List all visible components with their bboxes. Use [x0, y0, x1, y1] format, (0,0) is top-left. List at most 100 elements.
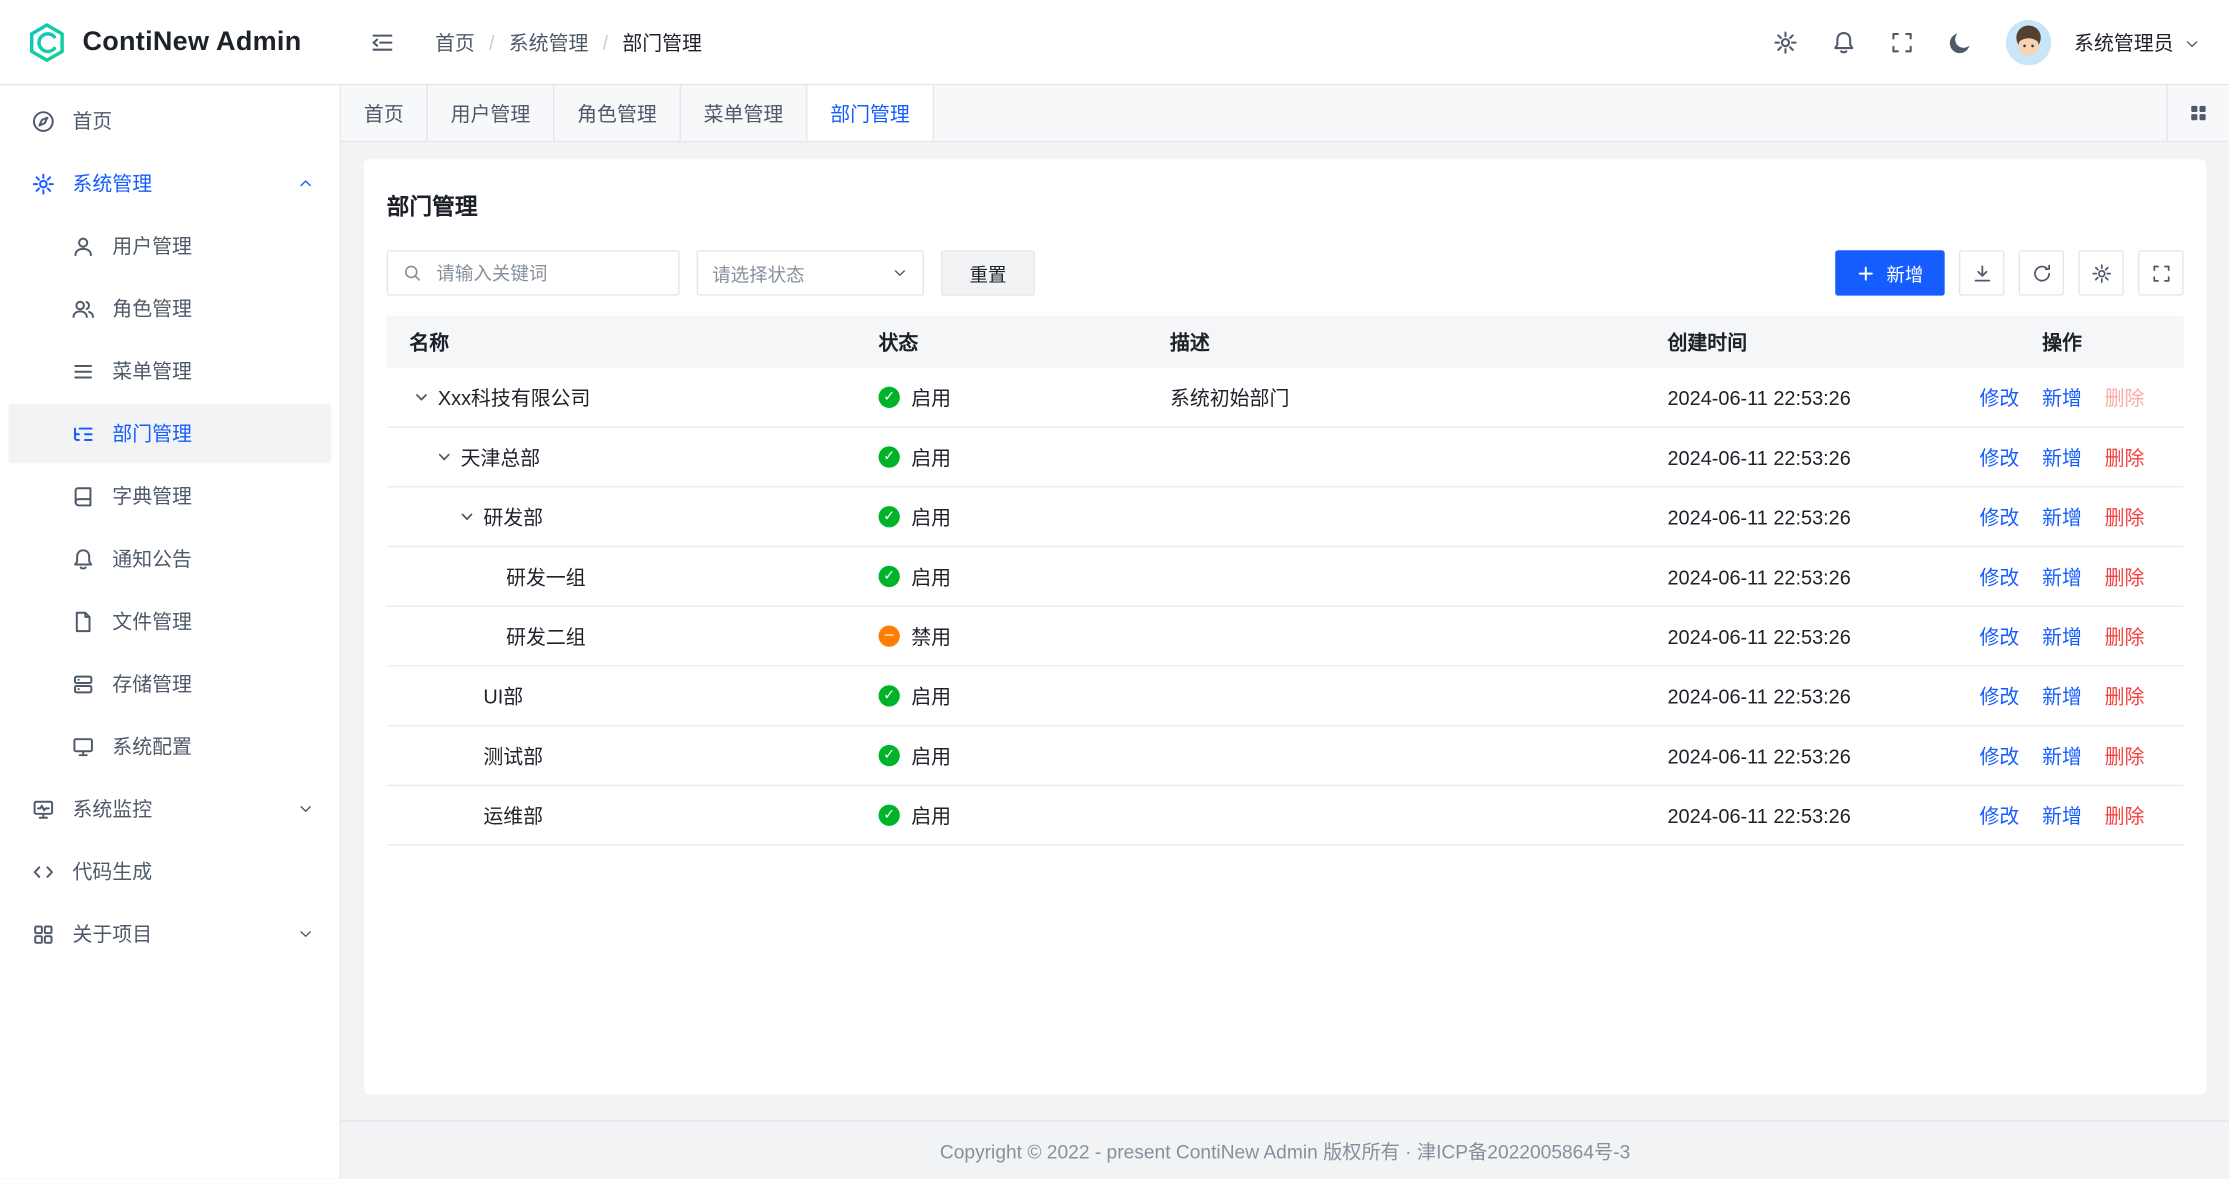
name-cell: 研发部: [387, 503, 856, 531]
expand-button[interactable]: [2138, 250, 2183, 295]
name-cell: 运维部: [387, 801, 856, 829]
add-link[interactable]: 新增: [2042, 562, 2082, 590]
edit-link[interactable]: 修改: [1980, 443, 2020, 471]
monitor-icon: [71, 734, 95, 758]
add-link[interactable]: 新增: [2042, 443, 2082, 471]
status-enabled-icon: ✓: [879, 506, 900, 527]
tab-options-button[interactable]: [2166, 85, 2229, 140]
delete-link[interactable]: 删除: [2105, 682, 2145, 710]
header-actions: 系统管理员: [1761, 18, 2229, 66]
status-cell: ✓启用: [856, 801, 1147, 829]
sidebar-item-dict-management[interactable]: 字典管理: [9, 466, 332, 526]
table-row: UI部✓启用2024-06-11 22:53:26修改新增删除: [387, 667, 2184, 727]
sidebar-item-label: 通知公告: [112, 544, 192, 572]
table-header: 名称状态描述创建时间操作: [387, 316, 2184, 369]
table-settings-button[interactable]: [2078, 250, 2123, 295]
add-link[interactable]: 新增: [2042, 503, 2082, 531]
row-expand-caret-icon[interactable]: [455, 505, 479, 529]
status-cell: ✓启用: [856, 443, 1147, 471]
add-link[interactable]: 新增: [2042, 682, 2082, 710]
add-link[interactable]: 新增: [2042, 801, 2082, 829]
tab-item[interactable]: 首页: [341, 85, 428, 140]
edit-link[interactable]: 修改: [1980, 562, 2020, 590]
status-label: 启用: [911, 503, 951, 531]
tab-item[interactable]: 菜单管理: [681, 85, 808, 140]
sidebar-item-menu-management[interactable]: 菜单管理: [9, 341, 332, 401]
add-button[interactable]: 新增: [1835, 250, 1944, 295]
edit-link[interactable]: 修改: [1980, 741, 2020, 769]
menu-lines-icon: [71, 359, 95, 383]
table-row: Xxx科技有限公司✓启用系统初始部门2024-06-11 22:53:26修改新…: [387, 368, 2184, 428]
sidebar-item-home[interactable]: 首页: [9, 91, 332, 151]
refresh-button[interactable]: [2019, 250, 2064, 295]
edit-link[interactable]: 修改: [1980, 383, 2020, 411]
status-select[interactable]: 请选择状态: [697, 250, 924, 295]
delete-link[interactable]: 删除: [2105, 503, 2145, 531]
dictionary-icon: [71, 484, 95, 508]
chevron-down-icon: [2184, 33, 2201, 50]
sidebar-item-role-management[interactable]: 角色管理: [9, 279, 332, 339]
delete-link[interactable]: 删除: [2105, 622, 2145, 650]
reset-button[interactable]: 重置: [941, 250, 1035, 295]
add-link[interactable]: 新增: [2042, 383, 2082, 411]
top-header: ContiNew Admin 首页/系统管理/部门管理: [0, 0, 2229, 85]
sidebar-item-system-monitor[interactable]: 系统监控: [9, 779, 332, 839]
status-cell: ✓ 启用: [856, 503, 1147, 531]
status-label: 启用: [911, 682, 951, 710]
sidebar-item-dept-management[interactable]: 部门管理: [9, 404, 332, 464]
edit-link[interactable]: 修改: [1980, 682, 2020, 710]
row-expand-caret-icon[interactable]: [409, 385, 433, 409]
sidebar: 首页系统管理用户管理角色管理菜单管理部门管理字典管理通知公告文件管理存储管理系统…: [0, 85, 341, 1179]
sidebar-item-file-management[interactable]: 文件管理: [9, 591, 332, 651]
sidebar-item-label: 首页: [72, 107, 112, 135]
status-label: 启用: [911, 562, 951, 590]
sidebar-item-storage-management[interactable]: 存储管理: [9, 654, 332, 714]
dashboard-icon: [31, 109, 55, 133]
name-cell: 研发一组: [387, 562, 856, 590]
delete-link[interactable]: 删除: [2105, 741, 2145, 769]
actions-cell: 修改新增删除: [1940, 622, 2183, 650]
add-link[interactable]: 新增: [2042, 622, 2082, 650]
export-button[interactable]: [1959, 250, 2004, 295]
sidebar-item-about-project[interactable]: 关于项目: [9, 904, 332, 964]
tab-item[interactable]: 部门管理: [807, 85, 934, 140]
dept-card: 部门管理 请选择状态: [364, 159, 2206, 1094]
tab-item[interactable]: 用户管理: [428, 85, 555, 140]
edit-link[interactable]: 修改: [1980, 503, 2020, 531]
breadcrumb-item[interactable]: 系统管理: [509, 28, 589, 56]
row-expand-caret-icon[interactable]: [432, 445, 456, 469]
status-enabled-icon: ✓: [879, 566, 900, 587]
dept-name: 研发二组: [506, 622, 586, 650]
dept-name: Xxx科技有限公司: [438, 383, 591, 411]
theme-toggle-button[interactable]: [1936, 18, 1984, 66]
main-area: 首页用户管理角色管理菜单管理部门管理 部门管理: [341, 85, 2229, 1179]
sidebar-item-notice[interactable]: 通知公告: [9, 529, 332, 589]
sidebar-item-label: 菜单管理: [112, 357, 192, 385]
notification-button[interactable]: [1820, 18, 1868, 66]
sidebar-item-user-management[interactable]: 用户管理: [9, 216, 332, 276]
add-link[interactable]: 新增: [2042, 741, 2082, 769]
fullscreen-button[interactable]: [1878, 18, 1926, 66]
user-menu[interactable]: 系统管理员: [2074, 28, 2201, 56]
avatar[interactable]: [2006, 19, 2051, 64]
status-label: 禁用: [911, 622, 951, 650]
delete-link[interactable]: 删除: [2105, 801, 2145, 829]
delete-link[interactable]: 删除: [2105, 562, 2145, 590]
edit-link[interactable]: 修改: [1980, 801, 2020, 829]
sidebar-item-code-generation[interactable]: 代码生成: [9, 842, 332, 902]
tab-item[interactable]: 角色管理: [554, 85, 681, 140]
keyword-search-input[interactable]: [434, 261, 664, 285]
name-cell: 研发二组: [387, 622, 856, 650]
sidebar-item-system-management[interactable]: 系统管理: [9, 154, 332, 214]
delete-link[interactable]: 删除: [2105, 443, 2145, 471]
breadcrumb-item[interactable]: 首页: [435, 28, 475, 56]
sidebar-item-system-config[interactable]: 系统配置: [9, 716, 332, 776]
column-header: 状态: [856, 328, 1147, 356]
created-time-cell: 2024-06-11 22:53:26: [1645, 625, 1941, 648]
settings-button[interactable]: [1761, 18, 1809, 66]
copyright-text: Copyright © 2022 - present ContiNew Admi…: [940, 1136, 1630, 1164]
sidebar-collapse-button[interactable]: [358, 18, 406, 66]
edit-link[interactable]: 修改: [1980, 622, 2020, 650]
breadcrumb-item: 部门管理: [622, 28, 702, 56]
created-time-cell: 2024-06-11 22:53:26: [1645, 505, 1941, 528]
